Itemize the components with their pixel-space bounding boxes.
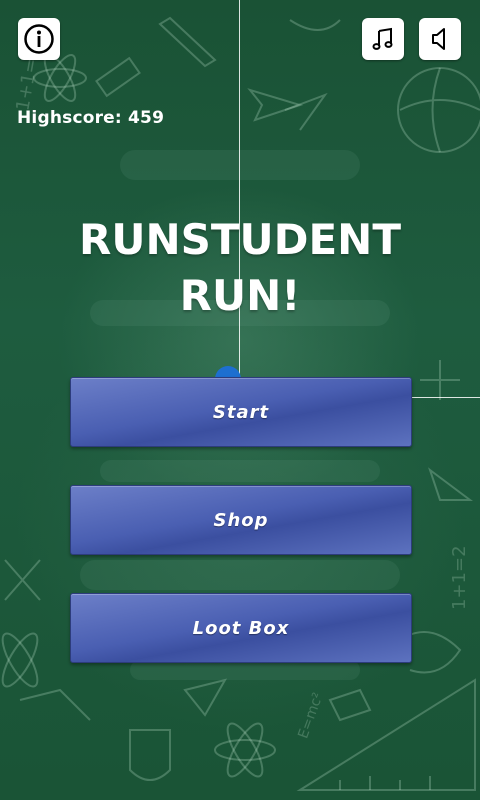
game-title-line1: RunStudent	[79, 215, 401, 264]
game-title-line2: Run!	[179, 271, 301, 320]
guide-line-horizontal	[410, 397, 480, 398]
speaker-icon	[432, 28, 445, 50]
svg-text:1+1=2: 1+1=2	[449, 545, 470, 610]
shop-button-label: Shop	[213, 509, 269, 531]
info-button[interactable]	[18, 18, 60, 60]
shop-button[interactable]: Shop	[70, 485, 412, 555]
sound-toggle-button[interactable]	[419, 18, 461, 60]
highscore-label: Highscore: 459	[17, 108, 165, 128]
start-button[interactable]: Start	[70, 377, 412, 447]
loot-box-button[interactable]: Loot Box	[70, 593, 412, 663]
game-title: RunStudent Run!	[0, 212, 480, 324]
info-icon	[24, 24, 54, 54]
svg-text:E=mc²: E=mc²	[295, 691, 326, 741]
loot-box-button-label: Loot Box	[192, 617, 290, 639]
music-note-icon	[372, 27, 393, 50]
music-toggle-button[interactable]	[362, 18, 404, 60]
start-button-label: Start	[212, 401, 270, 423]
